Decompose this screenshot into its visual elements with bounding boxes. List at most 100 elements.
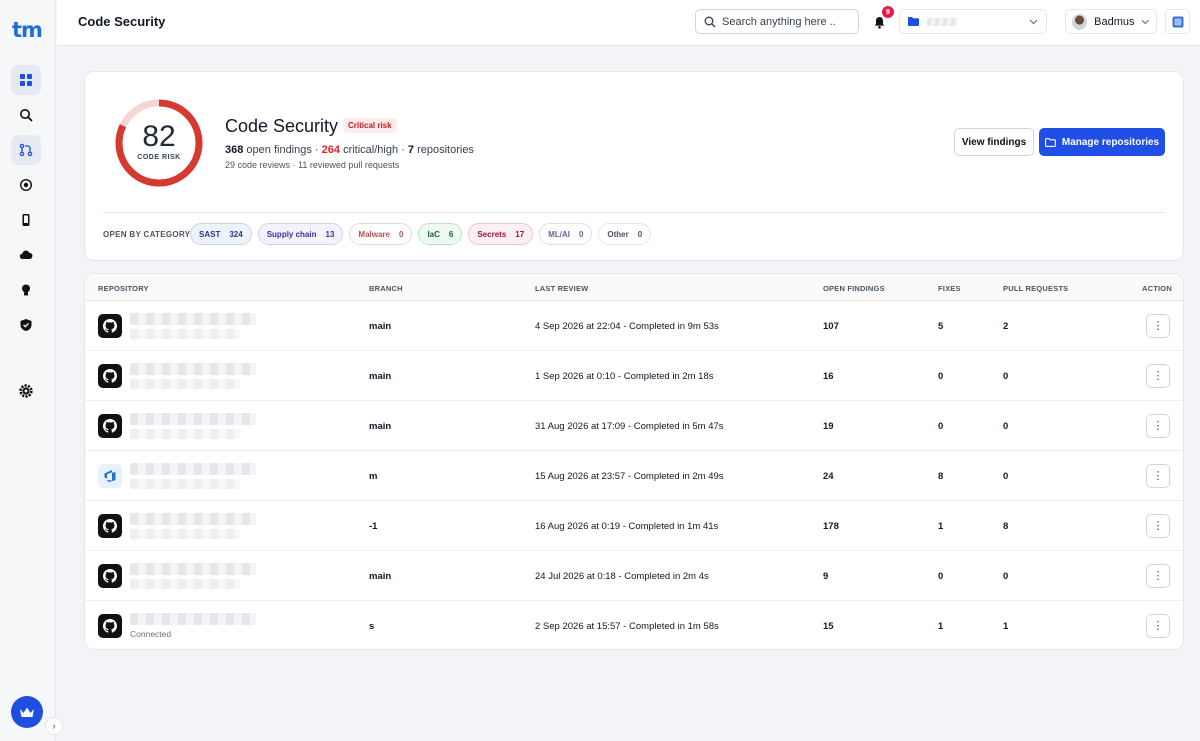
category-chip-supply-chain[interactable]: Supply chain 13 bbox=[257, 223, 344, 245]
last-review: 16 Aug 2026 at 0:19 - Completed in 1m 41… bbox=[535, 521, 719, 532]
pull-requests: 8 bbox=[1003, 521, 1009, 532]
repository-detail-redacted bbox=[130, 479, 240, 489]
mobile-icon[interactable] bbox=[11, 205, 41, 235]
table-row[interactable]: main 4 Sep 2026 at 22:04 - Completed in 9… bbox=[85, 301, 1183, 351]
branch-name: -1 bbox=[369, 521, 378, 532]
repository-detail-redacted bbox=[130, 529, 240, 539]
sidebar-collapse-button[interactable]: › bbox=[45, 717, 63, 735]
open-findings-count: 368 bbox=[225, 144, 244, 156]
category-name: Secrets bbox=[477, 229, 507, 239]
branch-name: m bbox=[369, 471, 378, 482]
settings-icon[interactable] bbox=[11, 376, 41, 406]
table-row[interactable]: m 15 Aug 2026 at 23:57 - Completed in 2m … bbox=[85, 451, 1183, 501]
last-review: 2 Sep 2026 at 15:57 - Completed in 1m 58… bbox=[535, 621, 719, 632]
branch-name: s bbox=[369, 621, 375, 632]
category-chip-sast[interactable]: SAST 324 bbox=[190, 223, 252, 245]
branch-name: main bbox=[369, 371, 392, 382]
column-fixes[interactable]: FIXES bbox=[938, 284, 961, 293]
repository-detail-redacted bbox=[130, 379, 240, 389]
search-input[interactable] bbox=[722, 15, 842, 28]
category-name: IaC bbox=[427, 229, 440, 239]
repository-name-redacted[interactable] bbox=[130, 463, 256, 475]
repository-name-redacted[interactable] bbox=[130, 563, 256, 575]
shield-icon[interactable] bbox=[11, 310, 41, 340]
search-scan-icon[interactable] bbox=[11, 100, 41, 130]
logo[interactable]: tm bbox=[12, 18, 43, 42]
repository-name-redacted[interactable] bbox=[130, 613, 256, 625]
chevron-down-icon bbox=[1142, 19, 1150, 24]
summary-title: Code Security bbox=[225, 116, 339, 136]
view-findings-button[interactable]: View findings bbox=[954, 128, 1034, 156]
critical-high-count: 264 bbox=[321, 144, 341, 156]
fixes: 8 bbox=[938, 471, 944, 482]
branch-name: main bbox=[369, 421, 392, 432]
risk-score: 82 bbox=[142, 120, 176, 153]
critical-high-text: critical/high bbox=[343, 144, 399, 156]
column-branch[interactable]: BRANCH bbox=[369, 284, 403, 293]
repository-detail-redacted bbox=[130, 579, 240, 589]
fixes: 1 bbox=[938, 521, 944, 532]
category-chip-malware[interactable]: Malware 0 bbox=[349, 223, 413, 245]
column-last-review[interactable]: LAST REVIEW bbox=[535, 284, 588, 293]
row-actions-button[interactable]: ⋮ bbox=[1146, 514, 1170, 538]
table-row[interactable]: -1 16 Aug 2026 at 0:19 - Completed in 1m … bbox=[85, 501, 1183, 551]
repository-name-redacted[interactable] bbox=[130, 413, 256, 425]
pull-requests: 0 bbox=[1003, 371, 1009, 382]
row-actions-button[interactable]: ⋮ bbox=[1146, 364, 1170, 388]
organization-select[interactable] bbox=[899, 9, 1047, 34]
github-icon bbox=[98, 314, 122, 338]
table-row[interactable]: main 1 Sep 2026 at 0:10 - Completed in 2m… bbox=[85, 351, 1183, 401]
row-actions-button[interactable]: ⋮ bbox=[1146, 564, 1170, 588]
category-chip-other[interactable]: Other 0 bbox=[598, 223, 652, 245]
lightbulb-icon[interactable] bbox=[11, 275, 41, 305]
category-count: 324 bbox=[229, 229, 243, 239]
repository-name-redacted[interactable] bbox=[130, 363, 256, 375]
category-chip-ml-ai[interactable]: ML/AI 0 bbox=[539, 223, 593, 245]
category-count: 0 bbox=[398, 229, 404, 239]
folder-icon bbox=[908, 17, 919, 26]
row-actions-button[interactable]: ⋮ bbox=[1146, 464, 1170, 488]
manage-repositories-button[interactable]: Manage repositories bbox=[1039, 128, 1165, 156]
help-icon[interactable] bbox=[1165, 9, 1190, 34]
repository-name-redacted[interactable] bbox=[130, 313, 256, 325]
row-actions-button[interactable]: ⋮ bbox=[1146, 414, 1170, 438]
category-count: 6 bbox=[448, 229, 454, 239]
repositories-table: REPOSITORY BRANCH LAST REVIEW OPEN FINDI… bbox=[84, 273, 1184, 650]
last-review: 15 Aug 2026 at 23:57 - Completed in 2m 4… bbox=[535, 471, 724, 482]
column-pull-requests[interactable]: PULL REQUESTS bbox=[1003, 284, 1068, 293]
search-icon bbox=[704, 16, 716, 27]
open-findings: 16 bbox=[823, 371, 834, 382]
cloud-icon[interactable] bbox=[11, 240, 41, 270]
category-name: ML/AI bbox=[548, 229, 570, 239]
repository-name-redacted[interactable] bbox=[130, 513, 256, 525]
row-actions-button[interactable]: ⋮ bbox=[1146, 314, 1170, 338]
table-row[interactable]: main 31 Aug 2026 at 17:09 - Completed in … bbox=[85, 401, 1183, 451]
github-icon bbox=[98, 614, 122, 638]
user-menu[interactable]: Badmus bbox=[1065, 9, 1157, 34]
last-review: 1 Sep 2026 at 0:10 - Completed in 2m 18s bbox=[535, 371, 714, 382]
dashboard-icon[interactable] bbox=[11, 65, 41, 95]
open-findings-text: open findings bbox=[246, 144, 312, 156]
target-icon[interactable] bbox=[11, 170, 41, 200]
fixes: 0 bbox=[938, 421, 944, 432]
summary-stats: 368 open findings · 264 critical/high · … bbox=[225, 144, 474, 156]
open-findings: 15 bbox=[823, 621, 834, 632]
category-chip-secrets[interactable]: Secrets 17 bbox=[468, 223, 534, 245]
chevron-down-icon bbox=[1029, 19, 1038, 24]
table-row[interactable]: Connected s 2 Sep 2026 at 15:57 - Complete… bbox=[85, 601, 1183, 649]
avatar bbox=[1072, 13, 1088, 30]
risk-badge: Critical risk bbox=[343, 118, 397, 133]
repository-detail-redacted bbox=[130, 329, 240, 339]
column-open-findings[interactable]: OPEN FINDINGS bbox=[823, 284, 885, 293]
column-repository[interactable]: REPOSITORY bbox=[98, 284, 149, 293]
table-row[interactable]: main 24 Jul 2026 at 0:18 - Completed in 2… bbox=[85, 551, 1183, 601]
column-action: ACTION bbox=[1142, 284, 1172, 293]
pull-requests: 2 bbox=[1003, 321, 1009, 332]
page-title: Code Security bbox=[78, 14, 166, 29]
search-box[interactable] bbox=[695, 9, 859, 34]
category-chip-iac[interactable]: IaC 6 bbox=[418, 223, 463, 245]
github-icon bbox=[98, 564, 122, 588]
row-actions-button[interactable]: ⋮ bbox=[1146, 614, 1170, 638]
crown-icon[interactable] bbox=[11, 696, 43, 728]
git-pull-request-icon[interactable] bbox=[11, 135, 41, 165]
